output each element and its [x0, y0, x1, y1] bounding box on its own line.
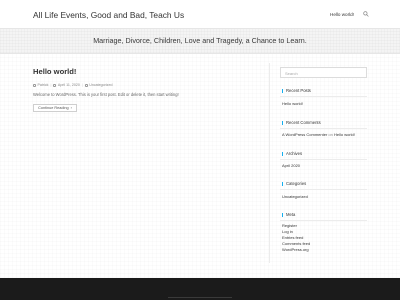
- continue-reading-label: Continue Reading: [38, 106, 69, 110]
- widget-divider: [280, 189, 367, 190]
- post-date-label: April 11, 2020: [57, 83, 80, 87]
- archive-link[interactable]: April 2020: [282, 163, 300, 168]
- widget-title-recent-comments: Recent Comments: [282, 120, 321, 125]
- page-banner: Marriage, Divorce, Children, Love and Tr…: [0, 28, 400, 54]
- chevron-right-icon: ›: [70, 106, 72, 110]
- continue-reading-button[interactable]: Continue Reading ›: [33, 104, 77, 112]
- comment-author-link[interactable]: A WordPress Commenter: [282, 132, 327, 137]
- meta-divider: |: [81, 83, 83, 87]
- calendar-icon: [53, 83, 57, 87]
- meta-divider: |: [50, 83, 52, 87]
- widget-divider: [280, 96, 367, 97]
- user-icon: [33, 83, 36, 87]
- widget-title-recent-posts: Recent Posts: [282, 88, 311, 93]
- sidebar-search-input[interactable]: Search: [280, 67, 367, 78]
- post-meta: Patrick | April 11, 2020 | Uncategorized: [33, 82, 112, 88]
- meta-link-wordpress-org[interactable]: WordPress.org: [282, 247, 309, 252]
- site-title[interactable]: All Life Events, Good and Bad, Teach Us: [33, 10, 184, 20]
- footer-copyright-bar: [168, 297, 232, 298]
- post-title[interactable]: Hello world!: [33, 67, 76, 76]
- post-date: April 11, 2020: [53, 83, 80, 87]
- search-placeholder: Search: [285, 70, 298, 76]
- post-author[interactable]: Patrick: [33, 83, 48, 87]
- post-category-label: Uncategorized: [89, 83, 113, 87]
- site-tagline: Marriage, Divorce, Children, Love and Tr…: [93, 36, 307, 45]
- meta-link-entries-feed[interactable]: Entries feed: [282, 235, 303, 240]
- folder-icon: [84, 83, 88, 87]
- recent-comment-item: A WordPress Commenter on Hello world!: [282, 132, 355, 137]
- site-header: All Life Events, Good and Bad, Teach Us …: [0, 0, 400, 28]
- comment-post-link[interactable]: Hello world!: [334, 132, 355, 137]
- widget-title-categories: Categories: [282, 181, 306, 186]
- sidebar-divider: [269, 63, 270, 263]
- widget-title-archives: Archives: [282, 151, 302, 156]
- post-author-label: Patrick: [37, 83, 49, 87]
- nav-item-hello-world[interactable]: Hello world!: [330, 12, 354, 17]
- search-icon[interactable]: [363, 11, 369, 17]
- meta-link-register[interactable]: Register: [282, 223, 297, 228]
- post-excerpt: Welcome to WordPress. This is your first…: [33, 92, 179, 97]
- category-link[interactable]: Uncategorized: [282, 194, 308, 199]
- meta-link-comments-feed[interactable]: Comments feed: [282, 241, 310, 246]
- post-category[interactable]: Uncategorized: [84, 83, 113, 87]
- comment-on-text: on: [328, 132, 333, 137]
- site-footer: [0, 278, 400, 300]
- meta-link-login[interactable]: Log in: [282, 229, 293, 234]
- widget-divider: [280, 159, 367, 160]
- widget-divider: [280, 128, 367, 129]
- widget-title-meta: Meta: [282, 212, 295, 217]
- widget-divider: [280, 220, 367, 221]
- recent-post-link[interactable]: Hello world!: [282, 101, 303, 106]
